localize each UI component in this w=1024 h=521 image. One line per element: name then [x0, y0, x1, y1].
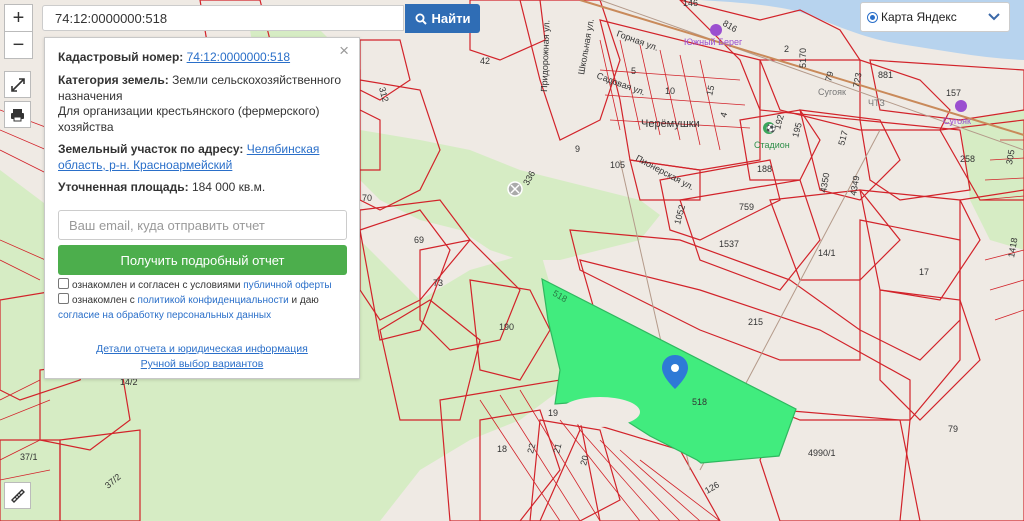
parcel-info-panel: × Кадастровый номер: 74:12:0000000:518 К… [44, 37, 360, 379]
land-usage: Для организации крестьянского (фермерско… [58, 104, 320, 134]
poi-label-stadion: Стадион [754, 140, 790, 150]
personal-data-consent-link[interactable]: согласие на обработку персональных данны… [58, 310, 271, 321]
parcel-label: 69 [414, 235, 424, 245]
address-label: Земельный участок по адресу: [58, 142, 244, 156]
parcel-label: 1537 [719, 239, 739, 249]
search-icon [415, 13, 427, 25]
parcel-label: 79 [948, 424, 958, 434]
landmark-icon [507, 181, 523, 197]
parcel-label: 73 [433, 278, 443, 288]
parcel-label: 881 [878, 70, 893, 80]
fullscreen-button[interactable] [4, 71, 31, 98]
parcel-label: 4990/1 [808, 448, 836, 458]
poi-label-sugoyak: Сугояк [943, 116, 971, 126]
parcel-label: 10 [665, 86, 675, 96]
cadastral-number-link[interactable]: 74:12:0000000:518 [187, 50, 290, 64]
parcel-label: 9 [575, 144, 580, 154]
parcel-label: 5170 [798, 48, 808, 68]
email-field[interactable] [58, 210, 347, 240]
parcel-label: 188 [757, 164, 772, 174]
stadium-icon: ⚽ [763, 122, 776, 134]
parcel-label: 5 [631, 66, 636, 76]
parcel-label: 215 [748, 317, 763, 327]
offer-consent-checkbox[interactable] [58, 278, 69, 289]
area-value: 184 000 кв.м. [191, 180, 266, 194]
parcel-label: 17 [919, 267, 929, 277]
poi-label-sugoyak-2: Сугояк [818, 87, 846, 97]
cadastral-number-row: Кадастровый номер: 74:12:0000000:518 [58, 50, 345, 66]
zoom-in-button[interactable]: + [4, 4, 33, 32]
poi-label-yuzhny-bereg: Южный Берег [684, 37, 743, 47]
offer-consent-text: ознакомлен и согласен с условиями [72, 280, 241, 291]
privacy-consent-checkbox[interactable] [58, 293, 69, 304]
parcel-label: 759 [739, 202, 754, 212]
parcel-label: 42 [480, 56, 490, 66]
expand-icon [10, 77, 25, 92]
offer-consent-row: ознакомлен и согласен с условиями публич… [58, 278, 351, 293]
parcel-label: 105 [610, 160, 625, 170]
zoom-out-button[interactable]: − [4, 31, 33, 59]
manual-select-link[interactable]: Ручной выбор вариантов [141, 358, 264, 370]
resort-icon-2 [955, 100, 967, 112]
parcel-label: 14/1 [818, 248, 836, 258]
measure-button[interactable] [4, 482, 31, 509]
privacy-consent-mid: и даю [291, 295, 319, 306]
parcel-label: 19 [548, 408, 558, 418]
land-category-row: Категория земель: Земли сельскохозяйстве… [58, 73, 345, 104]
map-layer-label: Карта Яндекс [881, 10, 957, 24]
area-label: Уточненная площадь: [58, 180, 189, 194]
poi-label-chtz: ЧТЗ [868, 98, 885, 108]
address-row: Земельный участок по адресу: Челябинская… [58, 142, 345, 173]
cadastral-search-input[interactable] [42, 5, 404, 31]
parcel-label: 146 [683, 0, 698, 8]
search-button[interactable]: Найти [405, 4, 480, 33]
parcel-label: 258 [960, 154, 975, 164]
search-button-label: Найти [431, 11, 471, 26]
place-label-cheryomushki: Черёмушки [641, 118, 700, 130]
cadastral-number-label: Кадастровый номер: [58, 50, 184, 64]
ruler-icon [10, 488, 25, 503]
land-category-label: Категория земель: [58, 73, 169, 87]
report-details-link[interactable]: Детали отчета и юридическая информация [96, 343, 308, 355]
privacy-consent-text: ознакомлен с [72, 295, 135, 306]
chevron-down-icon [988, 13, 1000, 21]
print-button[interactable] [4, 101, 31, 128]
resort-icon [710, 24, 722, 36]
parcel-label: 37/1 [20, 452, 38, 462]
parcel-label: 518 [692, 397, 707, 407]
parcel-label: 70 [362, 193, 372, 203]
parcel-label: 157 [946, 88, 961, 98]
radio-icon [867, 11, 878, 23]
privacy-consent-row: ознакомлен с политикой конфиденциальност… [58, 293, 351, 323]
privacy-policy-link[interactable]: политикой конфиденциальности [138, 295, 289, 306]
report-details-row: Детали отчета и юридическая информация [45, 343, 359, 355]
parcel-label: 2 [784, 44, 789, 54]
svg-text:⚽: ⚽ [765, 123, 776, 133]
parcel-label: 190 [499, 322, 514, 332]
manual-select-row: Ручной выбор вариантов [45, 358, 359, 370]
map-layer-select[interactable]: Карта Яндекс [860, 2, 1010, 32]
area-row: Уточненная площадь: 184 000 кв.м. [58, 180, 345, 196]
get-report-button[interactable]: Получить подробный отчет [58, 245, 347, 275]
public-offer-link[interactable]: публичной оферты [243, 280, 331, 291]
parcel-label: 18 [497, 444, 507, 454]
printer-icon [11, 108, 24, 121]
